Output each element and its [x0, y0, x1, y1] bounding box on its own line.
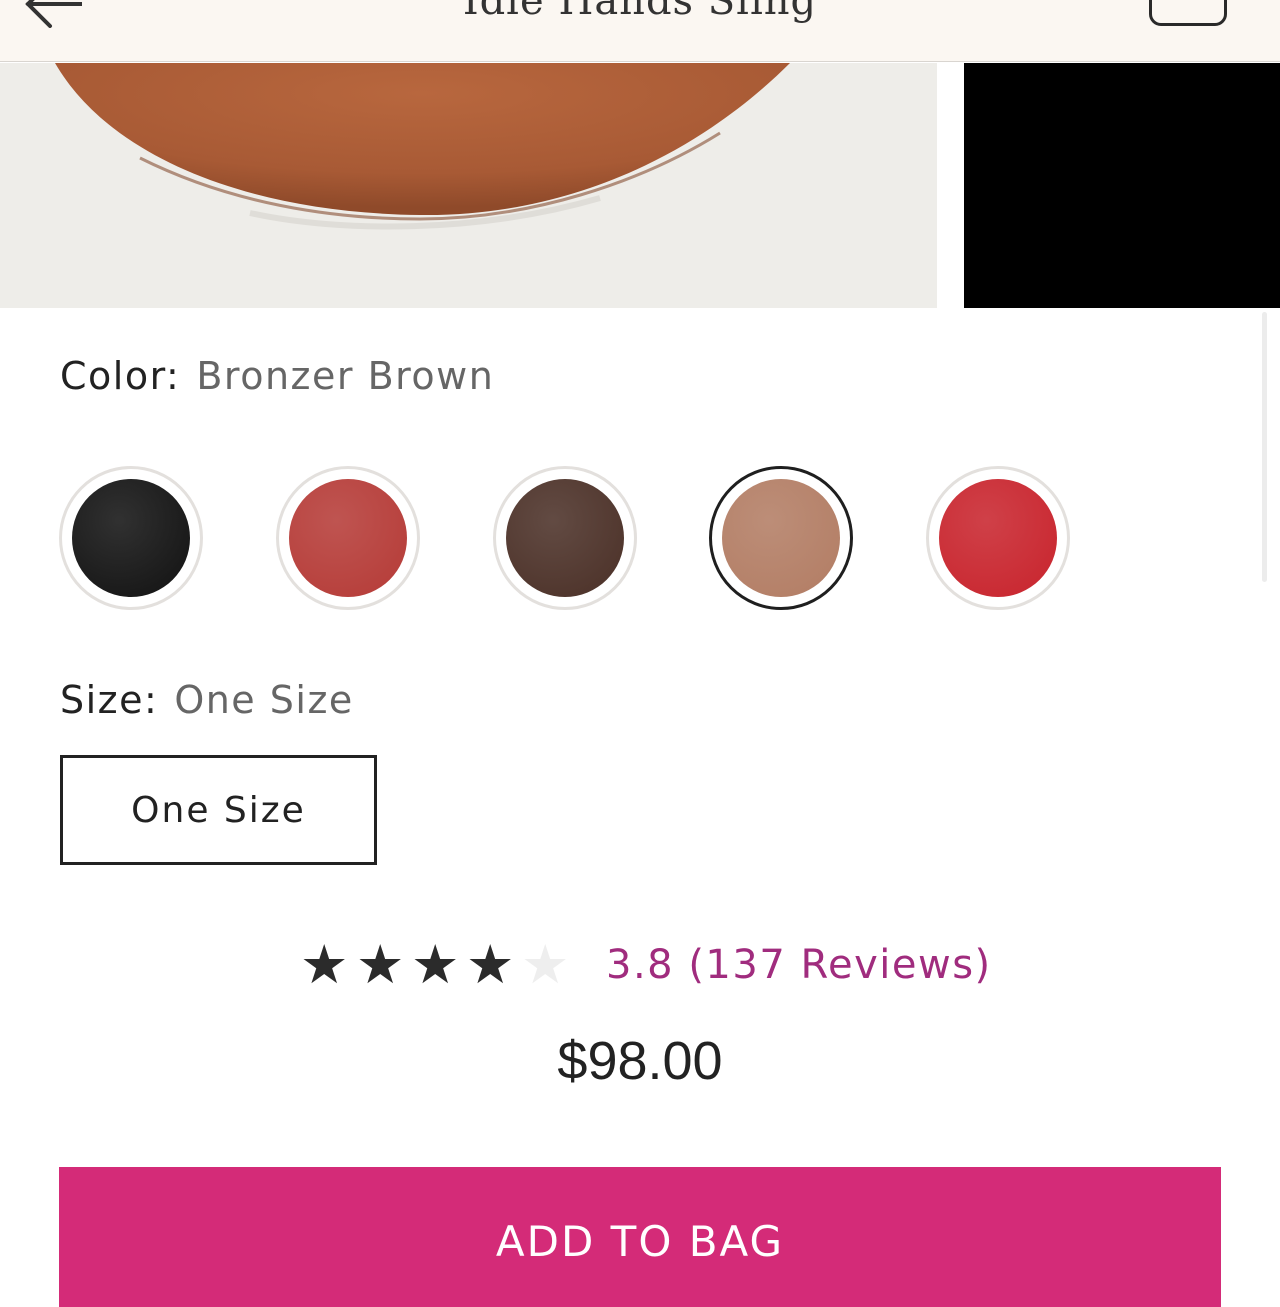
- product-image[interactable]: [0, 63, 937, 308]
- bag-photo: [0, 63, 937, 308]
- star-filled-icon: ★: [300, 933, 349, 996]
- size-label-row: Size: One Size: [60, 678, 354, 722]
- size-value: One Size: [174, 678, 354, 722]
- reviews-link[interactable]: 3.8 (137 Reviews): [606, 930, 992, 1000]
- size-option-button[interactable]: One Size: [60, 755, 377, 865]
- rating: ★ ★ ★ ★ ★ 3.8 (137 Reviews): [0, 930, 1280, 1000]
- add-to-bag-button[interactable]: ADD TO BAG: [59, 1167, 1221, 1307]
- star-filled-icon: ★: [466, 933, 515, 996]
- star-empty-icon: ★: [521, 933, 570, 996]
- product-thumbnail[interactable]: [964, 63, 1280, 308]
- top-bar: Idle Hands Sling: [0, 0, 1280, 62]
- price: $98.00: [557, 1031, 723, 1091]
- shopping-bag-icon[interactable]: [1149, 0, 1227, 26]
- star-filled-icon: ★: [356, 933, 405, 996]
- color-value: Bronzer Brown: [196, 354, 495, 398]
- size-label: Size:: [60, 678, 159, 722]
- color-swatch-dark-brown[interactable]: [493, 466, 637, 610]
- swatch-fill: [939, 479, 1057, 597]
- swatch-fill: [72, 479, 190, 597]
- color-swatch-red[interactable]: [926, 466, 1070, 610]
- color-swatch-bronzer-brown[interactable]: [709, 466, 853, 610]
- scrollbar[interactable]: [1262, 312, 1267, 582]
- color-label-row: Color: Bronzer Brown: [60, 354, 494, 398]
- color-label: Color:: [60, 354, 181, 398]
- color-swatch-black[interactable]: [59, 466, 203, 610]
- page-title: Idle Hands Sling: [462, 0, 818, 24]
- swatch-fill: [289, 479, 407, 597]
- star-filled-icon: ★: [411, 933, 460, 996]
- swatch-fill: [722, 479, 840, 597]
- swatch-fill: [506, 479, 624, 597]
- color-swatch-red-brown[interactable]: [276, 466, 420, 610]
